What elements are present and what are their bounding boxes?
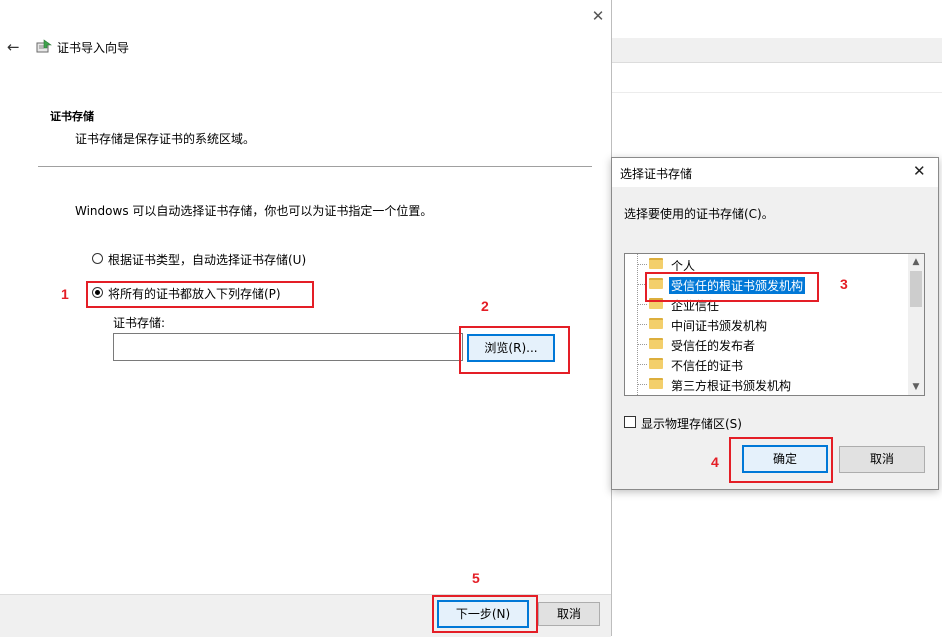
folder-icon: [649, 318, 663, 329]
cancel-button[interactable]: 取消: [538, 602, 600, 626]
tree-branch: [637, 264, 647, 265]
tree-item-label[interactable]: 第三方根证书颁发机构: [669, 377, 793, 394]
certificate-import-wizard: ✕ ← 证书导入向导 证书存储 证书存储是保存证书的系统区域。 Windows …: [0, 0, 612, 637]
show-physical-label[interactable]: 显示物理存储区(S): [641, 415, 742, 432]
tree-item[interactable]: 中间证书颁发机构: [625, 314, 909, 334]
tree-scrollbar[interactable]: ▲ ▼: [908, 254, 924, 395]
show-physical-checkbox[interactable]: [624, 416, 636, 428]
annotation-box-5: [432, 595, 538, 633]
tree-item[interactable]: 不信任的证书: [625, 354, 909, 374]
annotation-box-2: [459, 326, 570, 374]
tree-branch: [637, 364, 647, 365]
radio-auto-select-label[interactable]: 根据证书类型，自动选择证书存储(U): [108, 251, 306, 268]
back-arrow-icon[interactable]: ←: [7, 38, 20, 56]
tree-branch: [637, 304, 647, 305]
annotation-number-5: 5: [472, 570, 480, 586]
close-icon[interactable]: ✕: [913, 162, 926, 180]
tree-item[interactable]: 个人: [625, 254, 909, 274]
section-heading: 证书存储: [50, 110, 94, 123]
annotation-number-2: 2: [481, 298, 489, 314]
intro-text: Windows 可以自动选择证书存储，你也可以为证书指定一个位置。: [75, 204, 433, 218]
background-window-divider: [612, 92, 942, 93]
folder-icon: [649, 378, 663, 389]
scroll-down-icon[interactable]: ▼: [908, 379, 924, 395]
annotation-number-3: 3: [840, 276, 848, 292]
background-window-toolbar: [612, 38, 942, 63]
dialog-title: 选择证书存储: [620, 167, 693, 181]
annotation-number-1: 1: [61, 286, 69, 302]
tree-branch: [637, 324, 647, 325]
wizard-title: 证书导入向导: [57, 41, 130, 55]
scroll-thumb[interactable]: [910, 271, 922, 307]
folder-icon: [649, 258, 663, 269]
store-field-label: 证书存储:: [113, 316, 166, 330]
tree-item-label[interactable]: 中间证书颁发机构: [669, 317, 769, 334]
radio-auto-select[interactable]: [92, 253, 103, 264]
tree-item[interactable]: 第三方根证书颁发机构: [625, 374, 909, 394]
folder-icon: [649, 338, 663, 349]
dialog-prompt: 选择要使用的证书存储(C)。: [624, 207, 774, 221]
annotation-box-1: [86, 281, 314, 308]
store-field[interactable]: [113, 333, 463, 361]
scroll-up-icon[interactable]: ▲: [908, 254, 924, 270]
tree-item[interactable]: 受信任的发布者: [625, 334, 909, 354]
tree-item-label[interactable]: 受信任的发布者: [669, 337, 757, 354]
background-window-header: [612, 0, 942, 39]
close-icon[interactable]: ✕: [588, 6, 608, 26]
annotation-box-3: [645, 272, 819, 302]
annotation-number-4: 4: [711, 454, 719, 470]
tree-branch: [637, 384, 647, 385]
tree-item-label[interactable]: 不信任的证书: [669, 357, 745, 374]
divider: [38, 166, 592, 167]
certificate-icon: [36, 39, 52, 53]
folder-icon: [649, 358, 663, 369]
tree-branch: [637, 344, 647, 345]
annotation-box-4: [729, 437, 833, 483]
dialog-cancel-button[interactable]: 取消: [839, 446, 925, 473]
section-description: 证书存储是保存证书的系统区域。: [75, 132, 256, 146]
